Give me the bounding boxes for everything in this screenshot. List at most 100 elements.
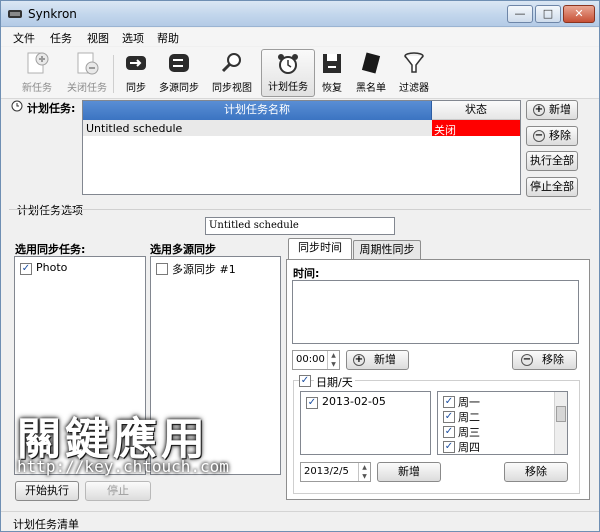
weekday-checkbox[interactable]: ✓ [443, 441, 455, 453]
time-spinbox[interactable]: 00:00 ▲ ▼ [292, 350, 340, 370]
column-header-name[interactable]: 计划任务名称 [83, 101, 432, 120]
close-task-label: 关闭任务 [67, 83, 107, 94]
date-value: 2013/2/5 [304, 466, 349, 477]
time-add-button[interactable]: + 新增 [346, 350, 409, 370]
minimize-button[interactable]: — [507, 5, 533, 23]
schedule-remove-button[interactable]: − 移除 [526, 126, 578, 146]
weekday-item[interactable]: 周二 [458, 409, 480, 425]
date-add-button[interactable]: 新增 [377, 462, 441, 482]
restore-label: 恢复 [322, 83, 342, 94]
plus-icon: + [533, 104, 545, 116]
date-list: ✓ 2013-02-05 [300, 391, 431, 455]
spin-arrows-icon[interactable]: ▲ ▼ [327, 351, 339, 369]
close-task-icon [77, 52, 99, 75]
new-task-button[interactable]: 新任务 [17, 49, 57, 97]
window-title: Synkron [28, 7, 77, 21]
stop-button[interactable]: 停止 [85, 481, 151, 501]
date-item[interactable]: 2013-02-05 [322, 395, 386, 408]
multisync-icon [169, 54, 189, 72]
menu-options[interactable]: 选项 [122, 30, 144, 46]
watermark-url: http://key.chtouch.com [17, 457, 229, 476]
sync-task-item[interactable]: Photo [36, 261, 67, 274]
multisync-checkbox[interactable] [156, 263, 168, 275]
weekday-checkbox[interactable]: ✓ [443, 396, 455, 408]
schedule-name-input[interactable]: Untitled schedule [205, 217, 395, 235]
blacklist-label: 黑名单 [356, 83, 386, 94]
sync-icon [126, 56, 146, 70]
close-button[interactable]: ✕ [563, 5, 595, 23]
column-header-status[interactable]: 状态 [432, 101, 520, 120]
time-list[interactable] [292, 280, 579, 344]
sync-button[interactable]: 同步 [119, 49, 153, 97]
menu-view[interactable]: 视图 [87, 30, 109, 46]
time-value: 00:00 [296, 354, 325, 365]
menu-file[interactable]: 文件 [13, 30, 35, 46]
title-bar[interactable]: Synkron — □ ✕ [1, 1, 599, 27]
status-bar: 计划任务清单 [1, 511, 599, 531]
filters-button[interactable]: 过滤器 [395, 49, 433, 97]
schedule-name-cell: Untitled schedule [86, 122, 183, 135]
schedules-table: 计划任务名称 状态 Untitled schedule 关闭 [82, 100, 521, 195]
date-remove-button[interactable]: 移除 [504, 462, 568, 482]
toolbar-separator [113, 55, 114, 93]
time-remove-label: 移除 [542, 353, 564, 366]
multisync-button[interactable]: 多源同步 [155, 49, 203, 97]
weekday-checkbox[interactable]: ✓ [443, 411, 455, 423]
date-checkbox[interactable]: ✓ [299, 375, 311, 387]
spin-arrows-icon[interactable]: ▲ ▼ [358, 463, 370, 481]
blacklist-icon [361, 52, 381, 74]
photo-checkbox[interactable]: ✓ [20, 263, 32, 275]
new-task-icon [27, 52, 49, 74]
sync-label: 同步 [126, 83, 146, 94]
scroll-thumb[interactable] [556, 406, 566, 422]
floppy-icon [323, 54, 341, 73]
scheduler-label: 计划任务 [268, 82, 308, 93]
multisync-item[interactable]: 多源同步 #1 [172, 261, 236, 277]
menu-bar: 文件 任务 视图 选项 帮助 [1, 28, 599, 46]
plus-icon: + [353, 354, 365, 366]
tab-sync-time[interactable]: 同步时间 [288, 238, 352, 260]
app-window: Synkron — □ ✕ 文件 任务 视图 选项 帮助 新任务 关闭任务 同步… [0, 0, 600, 532]
minus-icon: − [521, 354, 533, 366]
schedules-label: 计划任务: [27, 102, 76, 115]
multisync-label: 选用多源同步 [150, 243, 216, 256]
filters-label: 过滤器 [399, 83, 429, 94]
maximize-button[interactable]: □ [535, 5, 561, 23]
table-row[interactable]: Untitled schedule 关闭 [83, 120, 520, 137]
schedule-status-cell: 关闭 [432, 120, 520, 137]
weekday-item[interactable]: 周四 [458, 439, 480, 455]
options-label: 计划任务选项 [17, 204, 83, 217]
menu-task[interactable]: 任务 [50, 30, 72, 46]
app-icon [8, 10, 22, 18]
stop-all-button[interactable]: 停止全部 [526, 177, 578, 197]
schedule-remove-label: 移除 [549, 129, 571, 142]
weekday-list: ✓ 周一 ✓ 周二 ✓ 周三 ✓ 周四 [437, 391, 568, 455]
time-remove-button[interactable]: − 移除 [512, 350, 577, 370]
time-add-label: 新增 [374, 353, 396, 366]
scheduler-button[interactable]: 计划任务 [261, 49, 315, 97]
options-divider [9, 209, 591, 210]
run-all-button[interactable]: 执行全部 [526, 151, 578, 171]
tab-periodic-sync[interactable]: 周期性同步 [353, 240, 421, 260]
date-spinbox[interactable]: 2013/2/5 ▲ ▼ [300, 462, 371, 482]
date-item-checkbox[interactable]: ✓ [306, 397, 318, 409]
weekday-item[interactable]: 周一 [458, 394, 480, 410]
status-text: 计划任务清单 [13, 518, 79, 531]
weekday-item[interactable]: 周三 [458, 424, 480, 440]
schedule-add-button[interactable]: + 新增 [526, 100, 578, 120]
sync-view-label: 同步视图 [212, 83, 252, 94]
new-task-label: 新任务 [22, 83, 52, 94]
funnel-icon [404, 52, 424, 73]
restore-button[interactable]: 恢复 [319, 49, 345, 97]
small-clock-icon [11, 100, 23, 112]
menu-help[interactable]: 帮助 [157, 30, 179, 46]
blacklist-button[interactable]: 黑名单 [351, 49, 391, 97]
start-button[interactable]: 开始执行 [15, 481, 79, 501]
close-task-button[interactable]: 关闭任务 [63, 49, 111, 97]
magnifier-icon [221, 53, 241, 73]
alarm-clock-icon [278, 54, 298, 74]
weekday-checkbox[interactable]: ✓ [443, 426, 455, 438]
sync-view-button[interactable]: 同步视图 [207, 49, 257, 97]
time-label: 时间: [293, 267, 320, 280]
weekday-scrollbar[interactable] [554, 392, 567, 454]
